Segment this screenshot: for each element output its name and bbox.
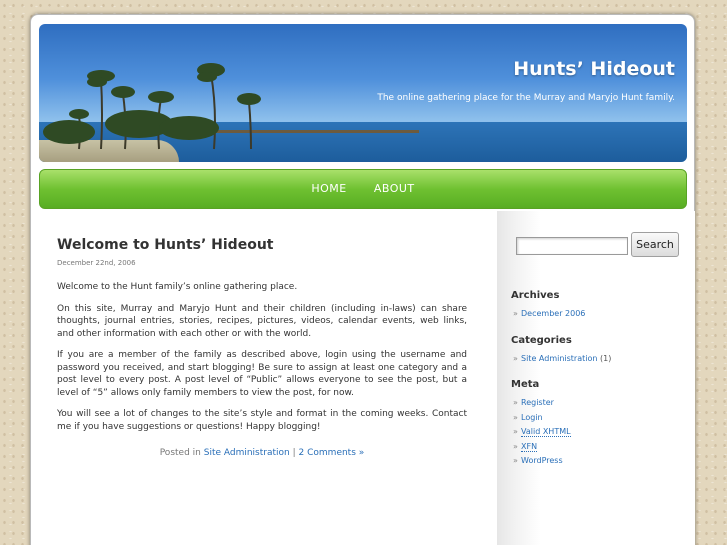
category-link-site-administration[interactable]: Site Administration	[521, 354, 597, 363]
meta-item: Register	[513, 396, 571, 411]
page-container: Hunts’ Hideout The online gathering plac…	[30, 14, 695, 545]
login-link[interactable]: Login	[521, 413, 543, 422]
blog-title[interactable]: Hunts’ Hideout	[513, 58, 675, 80]
meta-heading: Meta	[511, 379, 540, 390]
sidebar: Search Archives December 2006 Categories…	[497, 211, 695, 545]
post-paragraph: If you are a member of the family as des…	[57, 350, 467, 398]
meta-item: Valid XHTML	[513, 425, 571, 440]
categories-list: Site Administration (1)	[513, 352, 612, 367]
post-paragraph: You will see a lot of changes to the sit…	[57, 409, 467, 432]
post-paragraph: On this site, Murray and Maryjo Hunt and…	[57, 303, 467, 339]
meta-item: XFN	[513, 440, 571, 455]
meta-item: Login	[513, 411, 571, 426]
blog-description: The online gathering place for the Murra…	[377, 93, 675, 103]
register-link[interactable]: Register	[521, 398, 554, 407]
meta-separator: |	[292, 448, 296, 458]
post-paragraph: Welcome to the Hunt family’s online gath…	[57, 282, 298, 292]
nav-home[interactable]: HOME	[311, 170, 346, 208]
post-date: December 22nd, 2006	[57, 259, 136, 267]
archive-link-december-2006[interactable]: December 2006	[521, 309, 585, 318]
valid-xhtml-link[interactable]: Valid XHTML	[521, 427, 571, 437]
categories-heading: Categories	[511, 335, 572, 346]
category-item: Site Administration (1)	[513, 352, 612, 367]
archive-item: December 2006	[513, 307, 585, 322]
archives-list: December 2006	[513, 307, 585, 322]
nav-about[interactable]: ABOUT	[374, 170, 415, 208]
search-button[interactable]: Search	[631, 232, 679, 257]
meta-item: WordPress	[513, 454, 571, 469]
post: Welcome to Hunts’ Hideout December 22nd,…	[57, 237, 467, 458]
posted-in-label: Posted in	[159, 448, 201, 458]
xfn-link[interactable]: XFN	[521, 441, 538, 452]
post-title[interactable]: Welcome to Hunts’ Hideout	[57, 237, 467, 253]
main-nav: HOME ABOUT	[39, 169, 687, 209]
post-category-link[interactable]: Site Administration	[204, 448, 290, 458]
meta-list: Register Login Valid XHTML XFN WordPress	[513, 396, 571, 469]
header-banner: Hunts’ Hideout The online gathering plac…	[39, 24, 687, 162]
post-meta: Posted in Site Administration | 2 Commen…	[57, 448, 467, 458]
category-count: (1)	[600, 354, 612, 363]
post-comments-link[interactable]: 2 Comments »	[299, 448, 365, 458]
archives-heading: Archives	[511, 290, 560, 301]
wordpress-link[interactable]: WordPress	[521, 456, 563, 465]
search-input[interactable]	[516, 237, 628, 255]
